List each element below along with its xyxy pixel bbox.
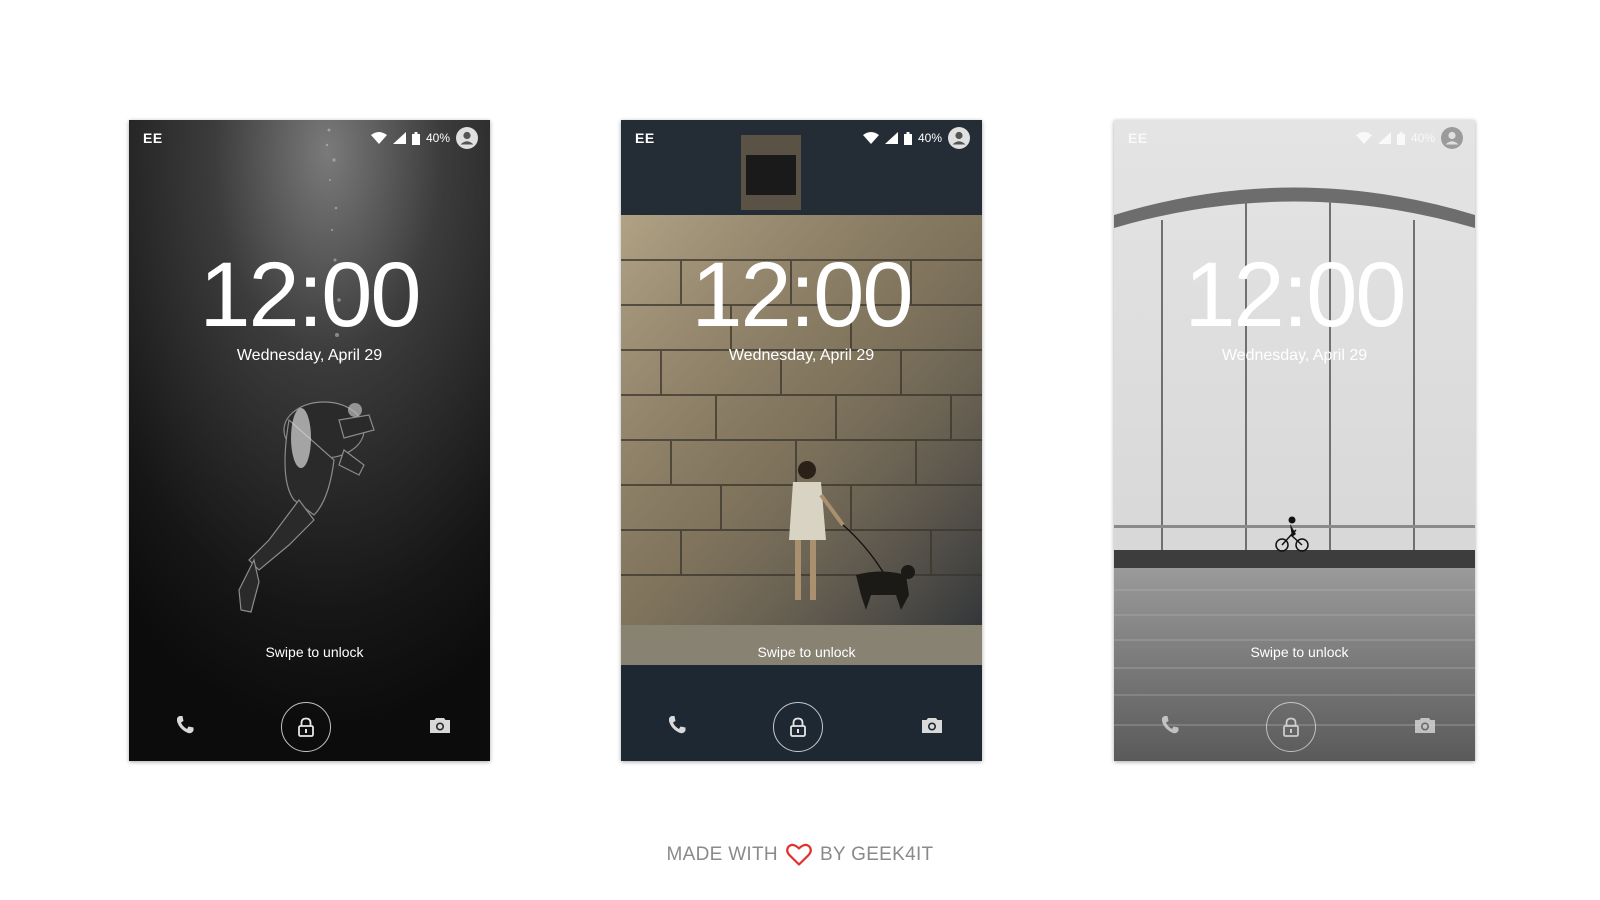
signal-icon (392, 132, 406, 144)
status-bar: EE 40% (1114, 120, 1475, 156)
battery-percentage: 40% (425, 131, 450, 145)
user-avatar-icon[interactable] (456, 127, 478, 149)
lockscreen-shortcuts (621, 651, 982, 761)
phone-screen-2: EE 40% 12:00 Wednesday, April 29 Swipe t… (621, 120, 982, 761)
phone-screen-1: EE 40% 12:00 Wednesday, April 29 Swipe t… (129, 120, 490, 761)
unlock-button[interactable] (1266, 702, 1316, 752)
status-bar: EE 40% (129, 120, 490, 156)
phone-icon[interactable] (665, 713, 689, 737)
battery-icon (411, 131, 420, 145)
signal-icon (1377, 132, 1391, 144)
lock-icon (1283, 717, 1299, 737)
phone-icon[interactable] (173, 713, 197, 737)
heart-icon (786, 843, 812, 866)
camera-icon[interactable] (428, 713, 452, 737)
lockscreen-shortcuts (129, 651, 490, 761)
carrier-label: EE (1128, 130, 1148, 146)
lock-date: Wednesday, April 29 (236, 347, 383, 364)
lock-icon (298, 717, 314, 737)
lock-date: Wednesday, April 29 (728, 347, 875, 364)
camera-icon[interactable] (920, 713, 944, 737)
status-bar: EE 40% (621, 120, 982, 156)
carrier-label: EE (143, 130, 163, 146)
lock-clock: 12:00 (199, 244, 421, 346)
user-avatar-icon[interactable] (948, 127, 970, 149)
wifi-icon (370, 132, 387, 144)
lockscreen-shortcuts (1114, 651, 1475, 761)
unlock-button[interactable] (281, 702, 331, 752)
battery-percentage: 40% (917, 131, 942, 145)
phone-screen-3: EE 40% 12:00 Wednesday, April 29 Swipe t… (1114, 120, 1475, 761)
wifi-icon (862, 132, 879, 144)
lock-icon (790, 717, 806, 737)
battery-icon (903, 131, 912, 145)
wifi-icon (1355, 132, 1372, 144)
phone-icon[interactable] (1158, 713, 1182, 737)
battery-percentage: 40% (1410, 131, 1435, 145)
footer-credit: MADE WITH BY GEEK4IT (0, 843, 1600, 867)
unlock-button[interactable] (773, 702, 823, 752)
footer-by-author: BY GEEK4IT (819, 844, 934, 865)
lock-clock: 12:00 (1184, 244, 1406, 346)
battery-icon (1396, 131, 1405, 145)
footer-made-with: MADE WITH (666, 844, 778, 865)
camera-icon[interactable] (1413, 713, 1437, 737)
signal-icon (884, 132, 898, 144)
carrier-label: EE (635, 130, 655, 146)
lock-date: Wednesday, April 29 (1221, 347, 1368, 364)
user-avatar-icon[interactable] (1441, 127, 1463, 149)
lock-clock: 12:00 (691, 244, 913, 346)
